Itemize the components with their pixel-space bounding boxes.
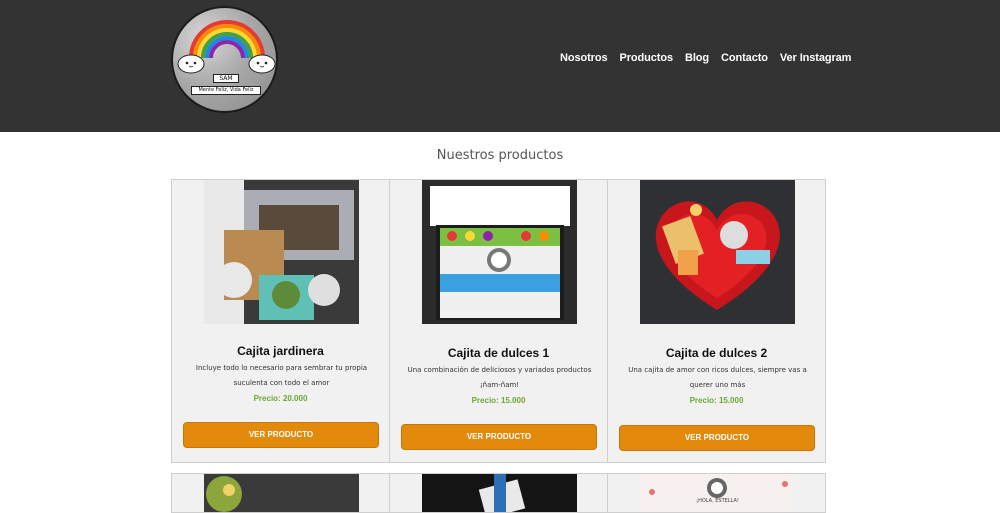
logo-text-slogan: Mente Feliz, Vida Feliz xyxy=(191,86,261,95)
product-price: Precio: 15.000 xyxy=(471,396,526,405)
product-title: Cajita de dulces 2 xyxy=(665,346,768,360)
product-price: Precio: 15.000 xyxy=(689,396,744,405)
product-card: Cajita jardinera Incluye todo lo necesar… xyxy=(171,179,390,463)
product-title: Cajita de dulces 1 xyxy=(447,346,550,360)
product-card xyxy=(389,473,608,513)
rainbow-logo-icon xyxy=(177,20,276,74)
nav-link-blog[interactable]: Blog xyxy=(685,52,709,64)
party-box-photo[interactable] xyxy=(422,474,577,512)
product-card: Cajita de dulces 2 Una cajita de amor co… xyxy=(607,179,826,463)
product-description: Una combinación de deliciosos y variados… xyxy=(407,366,592,389)
product-description: Incluye todo lo necesario para sembrar t… xyxy=(195,364,368,387)
product-grid: Cajita jardinera Incluye todo lo necesar… xyxy=(171,179,828,463)
product-card: ¡HOLA, ESTELLA! xyxy=(607,473,826,513)
product-description: Una cajita de amor con ricos dulces, sie… xyxy=(628,366,807,389)
candy-box-photo[interactable] xyxy=(422,180,577,324)
product-card: Cajita de dulces 1 Una combinación de de… xyxy=(389,179,608,463)
view-product-button[interactable]: VER PRODUCTO xyxy=(619,425,815,451)
balloon-photo[interactable] xyxy=(204,474,359,512)
product-grid-row-2: ¡HOLA, ESTELLA! xyxy=(171,473,828,513)
site-header: SAM Mente Feliz, Vida Feliz Nosotros Pro… xyxy=(0,0,1000,132)
main-nav: Nosotros Productos Blog Contacto Ver Ins… xyxy=(560,52,863,64)
view-product-button[interactable]: VER PRODUCTO xyxy=(183,422,379,448)
site-logo[interactable]: SAM Mente Feliz, Vida Feliz xyxy=(171,6,278,113)
heart-candy-box-photo[interactable] xyxy=(640,180,795,324)
card-photo[interactable]: ¡HOLA, ESTELLA! xyxy=(640,474,795,512)
nav-link-productos[interactable]: Productos xyxy=(619,52,673,64)
greeting-text: ¡HOLA, ESTELLA! xyxy=(696,498,739,504)
logo-text-name: SAM xyxy=(213,74,239,83)
section-title: Nuestros productos xyxy=(436,148,564,163)
product-price: Precio: 20.000 xyxy=(253,394,308,403)
product-title: Cajita jardinera xyxy=(237,344,324,358)
nav-link-contacto[interactable]: Contacto xyxy=(721,52,768,64)
garden-box-photo[interactable] xyxy=(204,180,359,324)
nav-link-instagram[interactable]: Ver Instagram xyxy=(780,52,852,64)
nav-link-nosotros[interactable]: Nosotros xyxy=(560,52,608,64)
product-card xyxy=(171,473,390,513)
view-product-button[interactable]: VER PRODUCTO xyxy=(401,424,597,450)
